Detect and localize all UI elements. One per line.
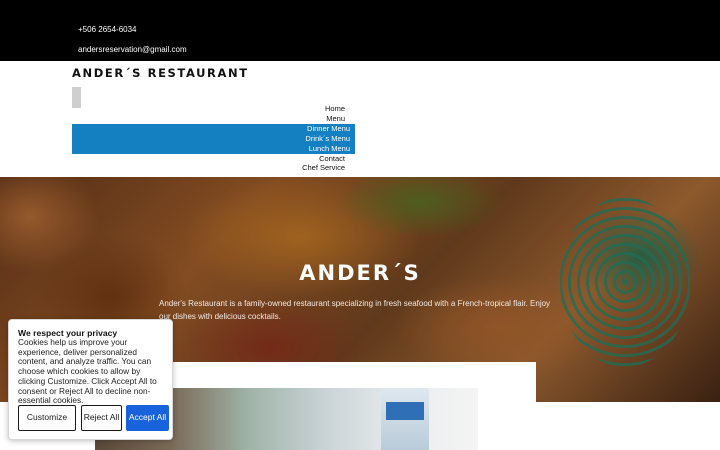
top-contact-bar: +506 2654-6034 andersreservation@gmail.c… [0,0,720,61]
hero-title: ANDER´S [299,261,421,285]
nav-item-home[interactable]: Home [72,104,355,114]
phone-number[interactable]: +506 2654-6034 [78,25,137,34]
customize-button[interactable]: Customize [18,405,76,431]
nav-item-contact[interactable]: Contact [72,154,355,164]
cookie-description: Cookies help us improve your experience,… [18,337,157,406]
nav-item-menu[interactable]: Menu [72,114,355,124]
cookie-button-row: Customize Reject All Accept All [18,405,169,431]
nav-item-chef-service[interactable]: Chef Service [72,163,355,173]
accept-all-button[interactable]: Accept All [126,405,169,431]
nav-item-drinks-menu[interactable]: Drink´s Menu [72,134,355,144]
nav-item-dinner-menu[interactable]: Dinner Menu [72,124,355,135]
bottle-label-image [386,402,424,420]
email-address[interactable]: andersreservation@gmail.com [78,45,187,54]
main-navigation: Home Menu Dinner Menu Drink´s Menu Lunch… [72,104,355,173]
nav-item-lunch-menu[interactable]: Lunch Menu [72,143,355,154]
cookie-consent-banner: We respect your privacy Cookies help us … [8,319,173,440]
hero-description: Ander's Restaurant is a family-owned res… [159,299,551,321]
site-logo-text[interactable]: ANDER´S RESTAURANT [72,66,249,80]
reject-all-button[interactable]: Reject All [81,405,122,431]
